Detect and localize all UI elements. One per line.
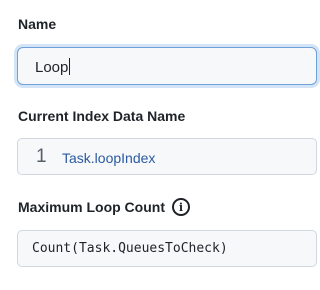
name-label: Name [18,16,57,32]
current-index-label: Current Index Data Name [18,108,186,124]
info-icon[interactable]: i [172,198,190,216]
max-loop-count-editor[interactable]: Count(Task.QueuesToCheck) [17,230,317,267]
max-loop-count-value: Count(Task.QueuesToCheck) [32,241,228,256]
text-caret [69,58,71,75]
line-number: 1 [36,146,47,167]
loop-properties-panel: Name Loop Current Index Data Name 1 Task… [0,0,317,290]
name-value: Loop [35,59,69,76]
max-loop-count-label: Maximum Loop Count [18,199,165,215]
name-input-text: Loop [35,58,71,77]
name-input[interactable]: Loop [17,47,317,85]
current-index-value: Task.loopIndex [62,150,156,166]
current-index-editor[interactable]: 1 Task.loopIndex [17,138,317,175]
